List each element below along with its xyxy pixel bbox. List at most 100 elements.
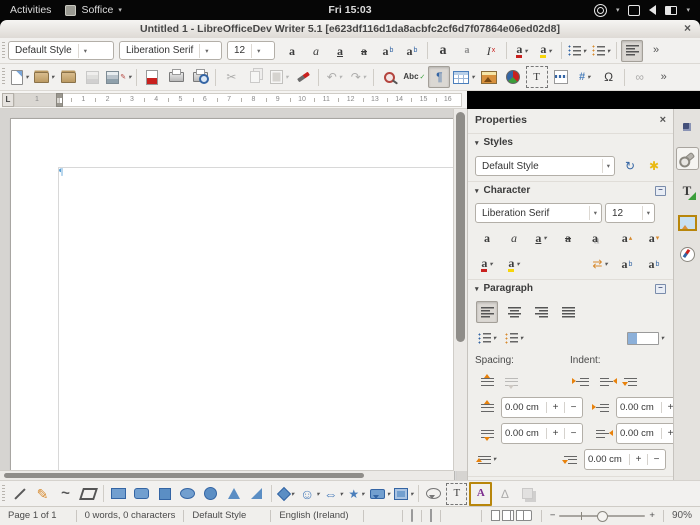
single-page-view-icon[interactable] bbox=[491, 510, 500, 521]
input-method-icon[interactable] bbox=[594, 4, 607, 17]
decrement-button[interactable]: − bbox=[564, 428, 582, 439]
legacy-callout-icon[interactable] bbox=[423, 483, 444, 505]
save-as-icon[interactable]: ✎▾ bbox=[105, 66, 132, 88]
fontwork-icon[interactable]: A bbox=[469, 482, 492, 506]
character-spacing-icon[interactable]: ⇄▾ bbox=[589, 253, 611, 275]
zoom-in-button[interactable]: + bbox=[649, 510, 655, 522]
shrink-font-icon[interactable]: a▾ bbox=[643, 227, 665, 249]
shrink-font-icon[interactable]: a bbox=[456, 40, 478, 62]
print-icon[interactable] bbox=[165, 66, 187, 88]
superscript-icon[interactable]: ab bbox=[616, 253, 638, 275]
strikethrough-icon[interactable]: a bbox=[353, 40, 375, 62]
page-count-status[interactable]: Page 1 of 1 bbox=[0, 510, 77, 522]
decrease-indent-icon[interactable] bbox=[595, 370, 617, 392]
insert-chart-icon[interactable] bbox=[502, 66, 524, 88]
toolbar-grip[interactable] bbox=[2, 68, 5, 86]
toolbar-overflow-icon[interactable]: » bbox=[653, 66, 675, 88]
increase-paragraph-spacing-icon[interactable] bbox=[476, 370, 498, 392]
font-size-select[interactable]: 12 ▾ bbox=[227, 41, 275, 60]
increment-button[interactable]: + bbox=[661, 428, 673, 439]
draw-textbox-icon[interactable]: T bbox=[446, 483, 467, 505]
vertical-scrollbar[interactable] bbox=[453, 109, 467, 471]
increment-button[interactable]: + bbox=[661, 402, 673, 413]
curve-icon[interactable]: ~ bbox=[55, 483, 76, 505]
page-break-icon[interactable] bbox=[550, 66, 572, 88]
paragraph-style-select[interactable]: Default Style ▾ bbox=[8, 41, 114, 60]
font-color-icon[interactable]: a▾ bbox=[476, 253, 498, 275]
window-title-bar[interactable]: Untitled 1 - LibreOfficeDev Writer 5.1 [… bbox=[0, 20, 700, 39]
tab-stop-selector[interactable]: L bbox=[2, 93, 14, 107]
document-modified-status[interactable] bbox=[422, 510, 441, 522]
close-panel-button[interactable]: × bbox=[660, 114, 666, 126]
styles-section-header[interactable]: ▾ Styles bbox=[468, 133, 673, 151]
page-style-status[interactable]: Default Style bbox=[184, 510, 271, 522]
freeform-line-icon[interactable]: ✎ bbox=[32, 483, 53, 505]
increment-button[interactable]: + bbox=[546, 402, 564, 413]
open-remote-icon[interactable] bbox=[57, 66, 79, 88]
open-file-icon[interactable]: ▾ bbox=[33, 66, 55, 88]
subscript-icon[interactable]: ab bbox=[401, 40, 423, 62]
highlight-color-icon[interactable]: a▾ bbox=[503, 253, 525, 275]
italic-icon[interactable]: a bbox=[503, 227, 525, 249]
line-icon[interactable] bbox=[9, 483, 30, 505]
more-options-button[interactable]: – bbox=[655, 284, 666, 294]
properties-tab[interactable] bbox=[676, 147, 699, 170]
underline-icon[interactable]: a▾ bbox=[530, 227, 552, 249]
align-left-icon[interactable] bbox=[621, 40, 643, 62]
line-spacing-icon[interactable]: ▾ bbox=[476, 448, 498, 470]
battery-icon[interactable] bbox=[665, 6, 677, 15]
zoom-slider-thumb[interactable] bbox=[597, 511, 608, 522]
rounded-rectangle-icon[interactable] bbox=[131, 483, 152, 505]
bold-icon[interactable]: a bbox=[281, 40, 303, 62]
insert-table-icon[interactable]: ▾ bbox=[452, 66, 475, 88]
increment-button[interactable]: + bbox=[546, 428, 564, 439]
toolbar-grip[interactable] bbox=[2, 42, 5, 59]
basic-shapes-icon[interactable]: ▾ bbox=[276, 483, 297, 505]
paragraph-section-header[interactable]: ▾ Paragraph – bbox=[468, 279, 673, 297]
align-left-icon[interactable] bbox=[476, 301, 498, 323]
insert-field-icon[interactable]: #▾ bbox=[574, 66, 596, 88]
clear-formatting-icon[interactable]: Ix bbox=[480, 40, 502, 62]
callout-shapes-icon[interactable]: ▾ bbox=[369, 483, 391, 505]
square-icon[interactable] bbox=[154, 483, 175, 505]
hanging-indent-icon[interactable] bbox=[619, 370, 641, 392]
horizontal-scrollbar-thumb[interactable] bbox=[4, 473, 364, 478]
stars-icon[interactable]: ★▾ bbox=[346, 483, 367, 505]
superscript-icon[interactable]: ab bbox=[377, 40, 399, 62]
document-page[interactable]: ¶ bbox=[10, 118, 454, 480]
grow-font-icon[interactable]: a▴ bbox=[616, 227, 638, 249]
strikethrough-icon[interactable]: a bbox=[557, 227, 579, 249]
vertical-scrollbar-thumb[interactable] bbox=[456, 112, 465, 342]
underline-icon[interactable]: a bbox=[329, 40, 351, 62]
block-arrows-icon[interactable]: ⇔▾ bbox=[323, 483, 344, 505]
clone-formatting-icon[interactable] bbox=[292, 66, 314, 88]
display-icon[interactable] bbox=[628, 5, 640, 16]
rectangle-icon[interactable] bbox=[108, 483, 129, 505]
right-triangle-icon[interactable] bbox=[246, 483, 267, 505]
character-section-header[interactable]: ▾ Character – bbox=[468, 181, 673, 199]
chevron-down-icon[interactable]: ▾ bbox=[616, 6, 620, 14]
volume-icon[interactable] bbox=[649, 5, 656, 15]
toolbar-overflow-icon[interactable]: » bbox=[645, 40, 667, 62]
symbol-shapes-icon[interactable]: ☺▾ bbox=[299, 483, 321, 505]
formatting-marks-icon[interactable]: ¶ bbox=[428, 66, 450, 88]
multi-page-view-icon[interactable] bbox=[502, 510, 511, 521]
indent-marker[interactable] bbox=[56, 93, 63, 107]
font-name-select[interactable]: Liberation Serif ▾ bbox=[119, 41, 222, 60]
bullet-list-icon[interactable]: ▾ bbox=[566, 40, 588, 62]
style-name-select[interactable]: Default Style ▾ bbox=[475, 156, 615, 176]
font-color-icon[interactable]: a▾ bbox=[511, 40, 533, 62]
horizontal-ruler[interactable]: L 1 12345678910111213141516 bbox=[0, 91, 467, 109]
zoom-out-button[interactable]: − bbox=[550, 510, 556, 522]
subscript-icon[interactable]: ab bbox=[643, 253, 665, 275]
ellipse-icon[interactable] bbox=[177, 483, 198, 505]
numbered-list-icon[interactable]: ▾ bbox=[590, 40, 612, 62]
flowchart-icon[interactable]: ▾ bbox=[393, 483, 414, 505]
paragraph-background-color-icon[interactable]: ▾ bbox=[626, 327, 665, 349]
book-view-icon[interactable] bbox=[523, 510, 532, 521]
find-replace-icon[interactable] bbox=[378, 66, 400, 88]
new-document-icon[interactable]: ▾ bbox=[9, 66, 31, 88]
sidebar-settings-tab[interactable] bbox=[676, 115, 699, 138]
toolbar-grip[interactable] bbox=[2, 485, 5, 502]
more-options-button[interactable]: – bbox=[655, 186, 666, 196]
